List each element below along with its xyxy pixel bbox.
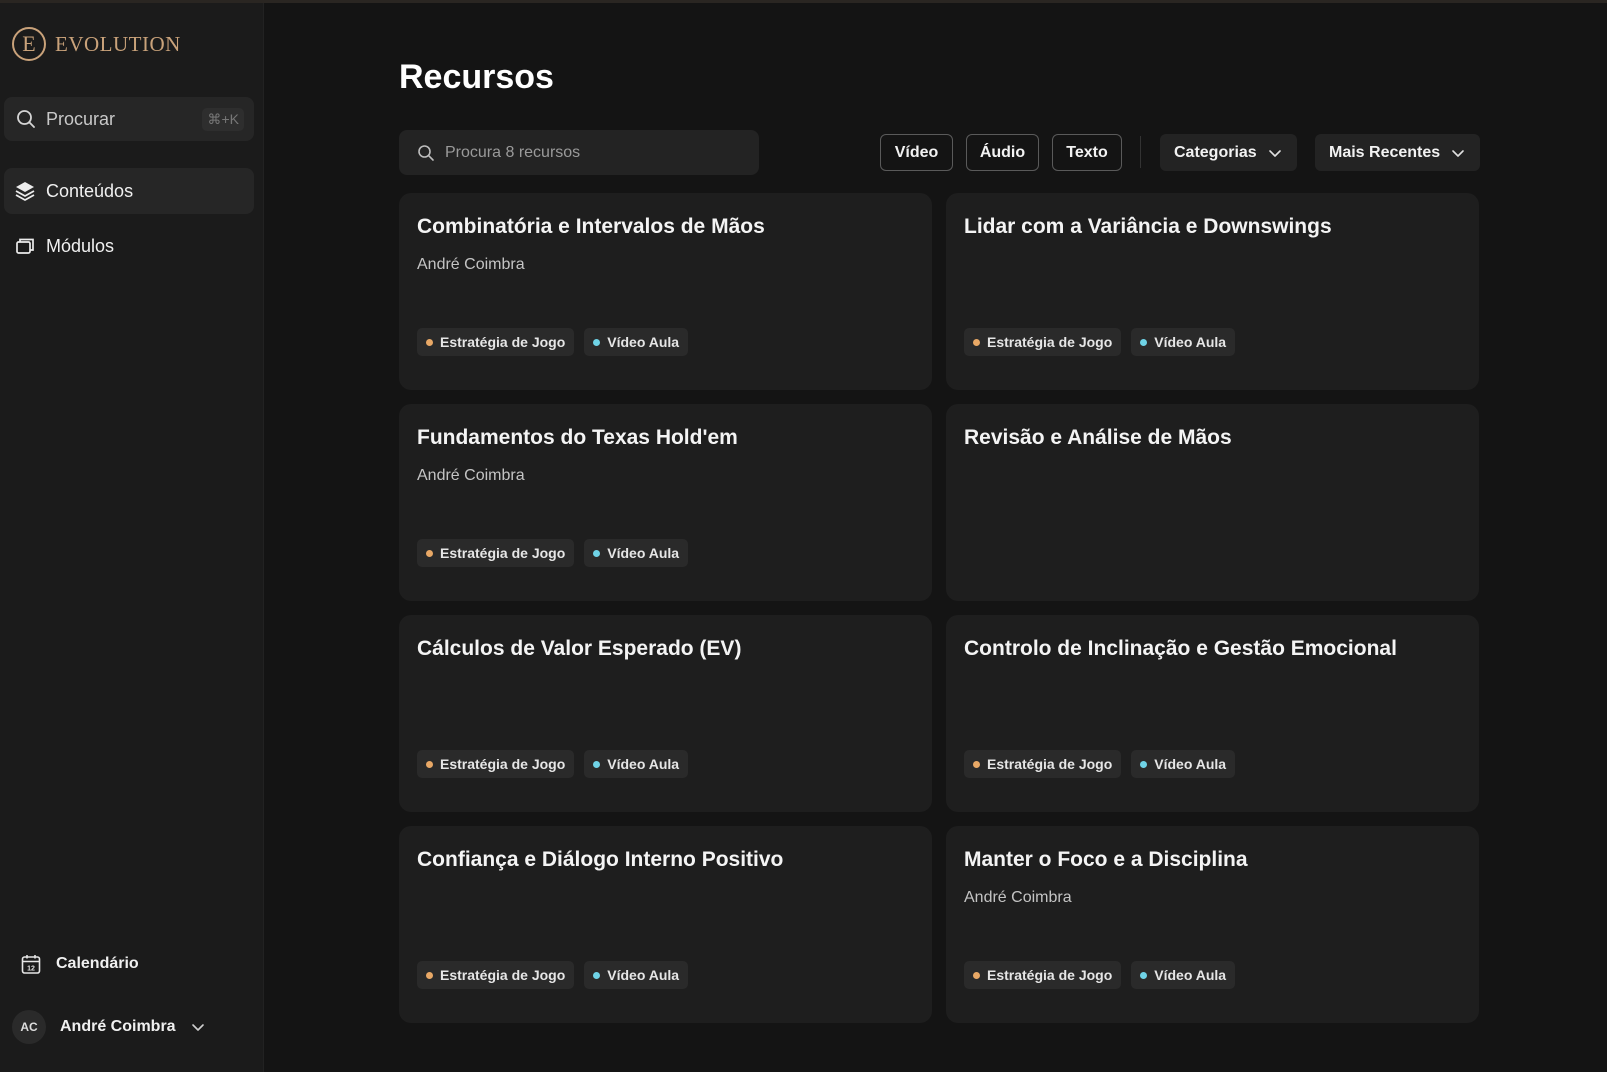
card-title: Combinatória e Intervalos de Mãos [417, 215, 765, 238]
chevron-down-icon [1268, 149, 1281, 157]
chevron-down-icon [1452, 149, 1464, 157]
tag-dot [426, 549, 433, 557]
filter-text-button[interactable]: Texto [1052, 134, 1122, 171]
layers-icon [15, 182, 35, 201]
tag-video: Vídeo Aula [584, 539, 689, 567]
card-title: Cálculos de Valor Esperado (EV) [417, 637, 742, 660]
tag-strategy: Estratégia de Jogo [964, 328, 1122, 356]
tag-video: Vídeo Aula [1131, 750, 1236, 778]
tag-strategy: Estratégia de Jogo [417, 961, 575, 989]
resources-search [399, 130, 759, 175]
tag-video: Vídeo Aula [1131, 961, 1236, 989]
card-title: Revisão e Análise de Mãos [964, 426, 1232, 449]
resource-card[interactable]: Confiança e Diálogo Interno Positivo Est… [399, 826, 932, 1023]
brand-mark: E [12, 27, 46, 61]
tag-video: Vídeo Aula [584, 328, 689, 356]
tag-dot [593, 338, 601, 346]
card-author: André Coimbra [964, 889, 1072, 906]
sort-label: Mais Recentes [1329, 143, 1441, 161]
chevron-down-icon [191, 1024, 204, 1031]
tag-label: Vídeo Aula [1154, 967, 1227, 983]
categories-label: Categorias [1174, 143, 1257, 161]
calendar-label: Calendário [56, 955, 139, 972]
resource-card[interactable]: Lidar com a Variância e Downswings Estra… [946, 193, 1479, 390]
tag-dot [593, 760, 601, 768]
card-title: Fundamentos do Texas Hold'em [417, 426, 738, 449]
resource-card[interactable]: Revisão e Análise de Mãos [946, 404, 1479, 601]
sidebar-search-label: Procurar [46, 108, 116, 129]
filter-audio-button[interactable]: Áudio [966, 134, 1039, 171]
resource-card[interactable]: Manter o Foco e a Disciplina André Coimb… [946, 826, 1479, 1023]
sidebar-item-calendario[interactable]: 12 Calendário [20, 953, 139, 975]
brand-logo[interactable]: E EVOLUTION [12, 27, 181, 61]
tag-label: Vídeo Aula [607, 967, 680, 983]
tag-label: Vídeo Aula [607, 756, 680, 772]
avatar: AC [12, 1010, 46, 1044]
card-title: Controlo de Inclinação e Gestão Emociona… [964, 637, 1397, 660]
card-title: Manter o Foco e a Disciplina [964, 848, 1248, 871]
tag-strategy: Estratégia de Jogo [417, 539, 575, 567]
tag-dot [973, 971, 980, 979]
card-author: André Coimbra [417, 467, 525, 484]
search-input[interactable] [445, 143, 735, 162]
categories-dropdown[interactable]: Categorias [1160, 134, 1297, 171]
tag-strategy: Estratégia de Jogo [417, 328, 575, 356]
sidebar-item-conteudos[interactable]: Conteúdos [4, 168, 254, 214]
resource-card[interactable]: Combinatória e Intervalos de Mãos André … [399, 193, 932, 390]
tag-label: Estratégia de Jogo [440, 545, 566, 561]
sidebar-item-modulos[interactable]: Módulos [4, 223, 254, 269]
tag-label: Estratégia de Jogo [440, 967, 566, 983]
tag-dot [593, 549, 601, 557]
search-shortcut-badge: ⌘+K [202, 107, 244, 131]
resource-card[interactable]: Fundamentos do Texas Hold'em André Coimb… [399, 404, 932, 601]
calendar-icon: 12 [21, 955, 41, 974]
user-name: André Coimbra [60, 1018, 176, 1035]
resource-card[interactable]: Cálculos de Valor Esperado (EV) Estratég… [399, 615, 932, 812]
card-title: Lidar com a Variância e Downswings [964, 215, 1332, 238]
tag-dot [973, 338, 980, 346]
tag-video: Vídeo Aula [584, 750, 689, 778]
tag-label: Vídeo Aula [607, 545, 680, 561]
tag-video: Vídeo Aula [1131, 328, 1236, 356]
tag-dot [426, 760, 433, 768]
tag-label: Vídeo Aula [607, 334, 680, 350]
tag-dot [593, 971, 601, 979]
tag-video: Vídeo Aula [584, 961, 689, 989]
card-author: André Coimbra [417, 256, 525, 273]
page-title: Recursos [399, 58, 554, 96]
sidebar: E EVOLUTION Procurar ⌘+K Conteúdos Módul… [0, 3, 264, 1072]
tag-label: Estratégia de Jogo [440, 334, 566, 350]
filter-video-button[interactable]: Vídeo [880, 134, 953, 171]
sort-dropdown[interactable]: Mais Recentes [1315, 134, 1481, 171]
brand-name: EVOLUTION [55, 31, 181, 56]
tag-label: Vídeo Aula [1154, 334, 1227, 350]
calendar-day-number: 12 [27, 966, 35, 973]
tag-dot [1140, 338, 1148, 346]
sidebar-item-label: Conteúdos [46, 180, 134, 201]
resource-card[interactable]: Controlo de Inclinação e Gestão Emociona… [946, 615, 1479, 812]
tag-label: Estratégia de Jogo [440, 756, 566, 772]
tag-label: Estratégia de Jogo [987, 334, 1113, 350]
tag-strategy: Estratégia de Jogo [964, 750, 1122, 778]
search-icon [17, 110, 35, 128]
window-stack-icon [16, 238, 34, 254]
tag-label: Estratégia de Jogo [987, 756, 1113, 772]
sidebar-item-label: Módulos [46, 235, 115, 256]
card-title: Confiança e Diálogo Interno Positivo [417, 848, 784, 871]
search-icon [418, 144, 434, 161]
tag-strategy: Estratégia de Jogo [964, 961, 1122, 989]
tag-dot [1140, 760, 1148, 768]
tag-dot [426, 338, 433, 346]
sidebar-search-button[interactable]: Procurar ⌘+K [4, 97, 254, 141]
toolbar-divider [1140, 136, 1141, 168]
tag-label: Estratégia de Jogo [987, 967, 1113, 983]
tag-dot [973, 760, 980, 768]
tag-dot [1140, 971, 1148, 979]
tag-dot [426, 971, 433, 979]
tag-strategy: Estratégia de Jogo [417, 750, 575, 778]
user-menu[interactable]: AC André Coimbra [12, 1010, 206, 1044]
tag-label: Vídeo Aula [1154, 756, 1227, 772]
